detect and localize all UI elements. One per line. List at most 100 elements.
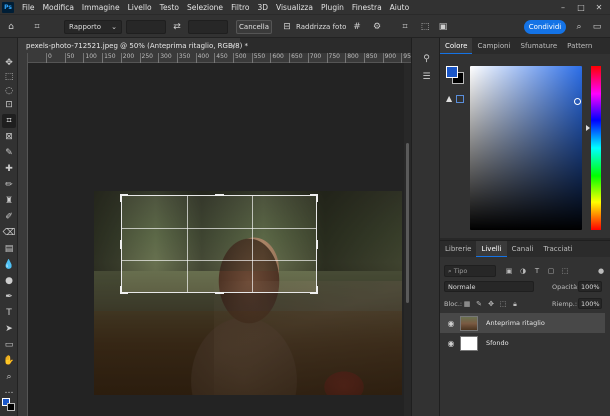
straighten-icon[interactable]: ⊟: [280, 20, 294, 34]
content-aware-icon[interactable]: ⬚: [418, 20, 432, 34]
menu-immagine[interactable]: Immagine: [78, 3, 124, 12]
width-field[interactable]: [126, 20, 166, 34]
home-icon[interactable]: ⌂: [4, 20, 18, 34]
scrollbar-thumb[interactable]: [406, 143, 409, 303]
move-tool-icon[interactable]: ✥: [2, 56, 16, 70]
crop-handle-top-left[interactable]: [120, 194, 128, 202]
history-panel-icon[interactable]: ⚲: [420, 52, 433, 65]
layer-name[interactable]: Anteprima ritaglio: [486, 319, 545, 327]
frame-tool-icon[interactable]: ⊠: [2, 130, 16, 144]
pen-tool-icon[interactable]: ✒: [2, 290, 16, 304]
canvas-vertical-scrollbar[interactable]: [404, 63, 411, 416]
more-tools-icon[interactable]: …: [2, 384, 16, 398]
visibility-eye-icon[interactable]: ◉: [446, 338, 456, 348]
object-select-tool-icon[interactable]: ⊡: [2, 98, 16, 112]
tab-colore[interactable]: Colore: [440, 38, 473, 54]
menu-livello[interactable]: Livello: [124, 3, 156, 12]
document-tab[interactable]: pexels-photo-712521.jpeg @ 50% (Anteprim…: [18, 38, 248, 53]
blend-mode-select[interactable]: Normale: [444, 281, 534, 292]
rectangle-tool-icon[interactable]: ▭: [2, 338, 16, 352]
tab-campioni[interactable]: Campioni: [472, 38, 515, 54]
crop-tool-icon[interactable]: ⌗: [30, 20, 44, 34]
fill-icon[interactable]: ▣: [436, 20, 450, 34]
lock-all-icon[interactable]: 🔒︎: [510, 299, 520, 309]
fill-field[interactable]: 100%: [578, 298, 602, 309]
crop-tool-icon[interactable]: ⌗: [2, 114, 16, 128]
history-brush-tool-icon[interactable]: ✐: [2, 210, 16, 224]
close-icon[interactable]: ✕: [590, 0, 608, 14]
close-tab-icon[interactable]: ×: [230, 42, 236, 50]
tab-livelli[interactable]: Livelli: [476, 241, 507, 257]
grid-overlay-icon[interactable]: #: [350, 20, 364, 34]
crop-handle-bottom-left[interactable]: [120, 286, 128, 294]
menu-filtro[interactable]: Filtro: [227, 3, 253, 12]
minimize-icon[interactable]: –: [554, 0, 572, 14]
menu-visualizza[interactable]: Visualizza: [272, 3, 317, 12]
lock-artboard-icon[interactable]: ⬚: [498, 299, 508, 309]
hue-slider-arrow[interactable]: [586, 125, 590, 131]
color-picker-cursor[interactable]: [574, 98, 581, 105]
menu-aiuto[interactable]: Aiuto: [386, 3, 414, 12]
straighten-label[interactable]: Raddrizza foto: [296, 20, 346, 34]
crop-handle-bottom-right[interactable]: [310, 286, 318, 294]
crop-handle-right[interactable]: [316, 240, 318, 249]
menu-3d[interactable]: 3D: [253, 3, 272, 12]
swap-icon[interactable]: ⇄: [170, 20, 184, 34]
marquee-tool-icon[interactable]: ⬚: [2, 70, 16, 84]
blur-tool-icon[interactable]: 💧: [2, 258, 16, 272]
search-icon[interactable]: ⌕: [572, 20, 586, 34]
tab-pattern[interactable]: Pattern: [562, 38, 597, 54]
crop-handle-bottom[interactable]: [215, 292, 224, 294]
crop-handle-top-right[interactable]: [310, 194, 318, 202]
crop-handle-top[interactable]: [215, 194, 224, 196]
filter-adjustment-icon[interactable]: ◑: [518, 266, 528, 276]
opacity-field[interactable]: 100%: [578, 281, 602, 292]
crop-box[interactable]: [120, 194, 318, 294]
clear-button[interactable]: Cancella: [236, 20, 272, 34]
eyedropper-tool-icon[interactable]: ✎: [2, 146, 16, 160]
menu-plugin[interactable]: Plugin: [317, 3, 348, 12]
layer-row[interactable]: ◉ Sfondo: [440, 333, 605, 353]
layer-name[interactable]: Sfondo: [486, 339, 509, 347]
background-color-swatch[interactable]: [7, 403, 15, 411]
healing-brush-tool-icon[interactable]: ✚: [2, 162, 16, 176]
menu-testo[interactable]: Testo: [156, 3, 183, 12]
share-button[interactable]: Condividi: [524, 20, 566, 34]
saturation-value-field[interactable]: [470, 66, 582, 230]
zoom-tool-icon[interactable]: ⌕: [2, 370, 16, 384]
crop-handle-left[interactable]: [120, 240, 122, 249]
menu-finestra[interactable]: Finestra: [348, 3, 386, 12]
lock-transparent-icon[interactable]: ▦: [462, 299, 472, 309]
visibility-eye-icon[interactable]: ◉: [446, 318, 456, 328]
filter-toggle-icon[interactable]: ●: [596, 266, 606, 276]
foreground-color-swatch[interactable]: [446, 66, 458, 78]
canvas-area[interactable]: [28, 63, 404, 416]
hand-tool-icon[interactable]: ✋: [2, 354, 16, 368]
ratio-select[interactable]: Rapporto ⌄: [64, 20, 122, 34]
websafe-color-icon[interactable]: [456, 95, 464, 103]
lasso-tool-icon[interactable]: ◌: [2, 84, 16, 98]
gamut-warning-icon[interactable]: ▲: [446, 94, 452, 103]
menu-file[interactable]: File: [18, 3, 39, 12]
filter-type-icon[interactable]: T: [532, 266, 542, 276]
brush-tool-icon[interactable]: ✏: [2, 178, 16, 192]
layer-row[interactable]: ◉ Anteprima ritaglio: [440, 313, 605, 333]
comments-panel-icon[interactable]: ☰: [420, 70, 433, 83]
layer-filter-select[interactable]: ⌕ Tipo: [444, 265, 496, 277]
height-field[interactable]: [188, 20, 228, 34]
hue-slider[interactable]: [591, 66, 601, 230]
filter-pixel-icon[interactable]: ▣: [504, 266, 514, 276]
eraser-tool-icon[interactable]: ⌫: [2, 226, 16, 240]
menu-selezione[interactable]: Selezione: [183, 3, 227, 12]
dodge-tool-icon[interactable]: ●: [2, 274, 16, 288]
lock-image-icon[interactable]: ✎: [474, 299, 484, 309]
filter-shape-icon[interactable]: ▢: [546, 266, 556, 276]
tab-tracciati[interactable]: Tracciati: [538, 241, 577, 257]
tab-sfumature[interactable]: Sfumature: [516, 38, 563, 54]
clone-stamp-tool-icon[interactable]: ♜: [2, 194, 16, 208]
maximize-icon[interactable]: □: [572, 0, 590, 14]
delete-cropped-icon[interactable]: ⌗: [398, 20, 412, 34]
workspace-icon[interactable]: ▭: [590, 20, 604, 34]
type-tool-icon[interactable]: T: [2, 306, 16, 320]
tab-canali[interactable]: Canali: [507, 241, 539, 257]
